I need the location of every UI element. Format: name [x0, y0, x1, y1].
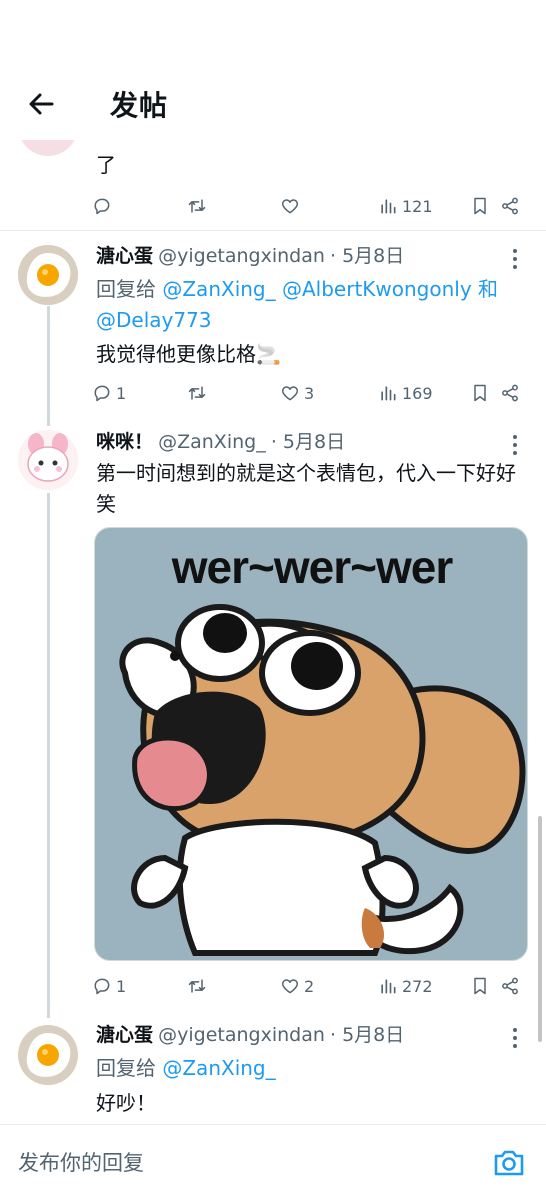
bookmark-icon [470, 383, 490, 403]
bar-chart-icon [378, 196, 398, 216]
page-title: 发帖 [110, 89, 169, 122]
image-caption: wer~wer~wer [171, 541, 454, 593]
mention-link[interactable]: @ZanXing_ [162, 277, 275, 301]
retweet-button[interactable] [187, 379, 207, 407]
reply-button[interactable]: 1 [92, 379, 126, 407]
retweet-icon [187, 976, 207, 996]
mention-joiner: 和 [478, 277, 499, 301]
user-handle[interactable]: @yigetangxindan [158, 245, 325, 267]
more-options-button[interactable] [506, 246, 524, 272]
reply-composer-bar [0, 1124, 546, 1200]
reply-to-label: 回复给 [96, 277, 156, 301]
reply-count: 1 [116, 976, 127, 996]
reply-count: 1 [116, 383, 127, 403]
bookmark-button[interactable] [470, 379, 490, 407]
mention-link[interactable]: @ZanXing_ [162, 1056, 275, 1080]
post-header: 溏心蛋 @yigetangxindan · 5月8日 [96, 242, 404, 271]
scrollbar[interactable] [538, 816, 542, 1042]
post-header: 溏心蛋 @yigetangxindan · 5月8日 [96, 1021, 404, 1050]
post-header: 咪咪！ @ZanXing_ · 5月8日 [96, 428, 345, 457]
views-count: 169 [402, 383, 433, 403]
reply-input[interactable] [18, 1143, 458, 1183]
arrow-left-icon [29, 93, 54, 115]
bookmark-button[interactable] [470, 972, 490, 1000]
camera-icon [494, 1150, 524, 1176]
camera-button[interactable] [492, 1147, 526, 1179]
divider [0, 230, 546, 231]
share-button[interactable] [500, 379, 520, 407]
mention-link[interactable]: @AlbertKwongonly [282, 277, 472, 301]
post-date: · 5月8日 [329, 1024, 405, 1046]
heart-icon [280, 976, 300, 996]
pink-character-avatar [18, 430, 78, 490]
views-count: 121 [402, 196, 433, 216]
retweet-icon [187, 383, 207, 403]
back-button[interactable] [22, 84, 62, 124]
comment-icon [92, 196, 112, 216]
display-name[interactable]: 溏心蛋 [96, 245, 153, 267]
bookmark-icon [470, 196, 490, 216]
like-button[interactable]: 3 [280, 379, 314, 407]
share-button[interactable] [500, 972, 520, 1000]
post-text: 第一时间想到的就是这个表情包，代入一下好好笑 [96, 461, 516, 516]
views-button[interactable]: 169 [378, 379, 433, 407]
post-actions: 1 3 169 [92, 379, 532, 407]
bookmark-icon [470, 976, 490, 996]
reply-context: 回复给 @ZanXing_ [96, 1053, 526, 1084]
comment-icon [92, 383, 112, 403]
heart-icon [280, 196, 300, 216]
post-image[interactable]: wer~wer~wer [94, 527, 528, 961]
avatar [18, 1025, 78, 1085]
user-handle[interactable]: @ZanXing_ [158, 431, 266, 453]
share-button[interactable] [500, 192, 520, 220]
heart-icon [280, 383, 300, 403]
like-count: 2 [304, 976, 315, 996]
views-button[interactable]: 272 [378, 972, 433, 1000]
like-count: 3 [304, 383, 315, 403]
views-count: 272 [402, 976, 433, 996]
user-handle[interactable]: @yigetangxindan [158, 1024, 325, 1046]
post-text: 了 [96, 153, 116, 177]
reply-context: 回复给 @ZanXing_ @AlbertKwongonly 和 @Delay7… [96, 274, 526, 336]
reply-button[interactable]: 1 [92, 972, 126, 1000]
cartoon-dog-illustration [119, 604, 526, 956]
mention-link[interactable]: @Delay773 [96, 308, 212, 332]
top-app-bar: 发帖 [0, 0, 546, 140]
post-actions: 121 [92, 192, 532, 220]
thread-line [47, 306, 50, 426]
more-options-button[interactable] [506, 432, 524, 458]
like-button[interactable]: 2 [280, 972, 314, 1000]
retweet-button[interactable] [187, 192, 207, 220]
avatar [18, 245, 78, 305]
share-icon [500, 976, 520, 996]
display-name[interactable]: 咪咪！ [96, 431, 153, 453]
fried-egg-avatar [18, 1025, 78, 1085]
share-icon [500, 196, 520, 216]
post-text: 好吵！ [96, 1091, 156, 1115]
more-options-button[interactable] [506, 1025, 524, 1051]
comment-icon [92, 976, 112, 996]
post-date: · 5月8日 [329, 245, 405, 267]
thread-line [47, 493, 50, 1018]
reply-to-label: 回复给 [96, 1056, 156, 1080]
fried-egg-avatar [18, 245, 78, 305]
post-actions: 1 2 272 [92, 972, 532, 1000]
avatar [18, 430, 78, 490]
retweet-button[interactable] [187, 972, 207, 1000]
post-date: · 5月8日 [270, 431, 346, 453]
reply-button[interactable] [92, 192, 112, 220]
bar-chart-icon [378, 976, 398, 996]
views-button[interactable]: 121 [378, 192, 433, 220]
post-text: 我觉得他更像比格🚬 [96, 342, 281, 366]
bar-chart-icon [378, 383, 398, 403]
share-icon [500, 383, 520, 403]
retweet-icon [187, 196, 207, 216]
bookmark-button[interactable] [470, 192, 490, 220]
like-button[interactable] [280, 192, 300, 220]
display-name[interactable]: 溏心蛋 [96, 1024, 153, 1046]
